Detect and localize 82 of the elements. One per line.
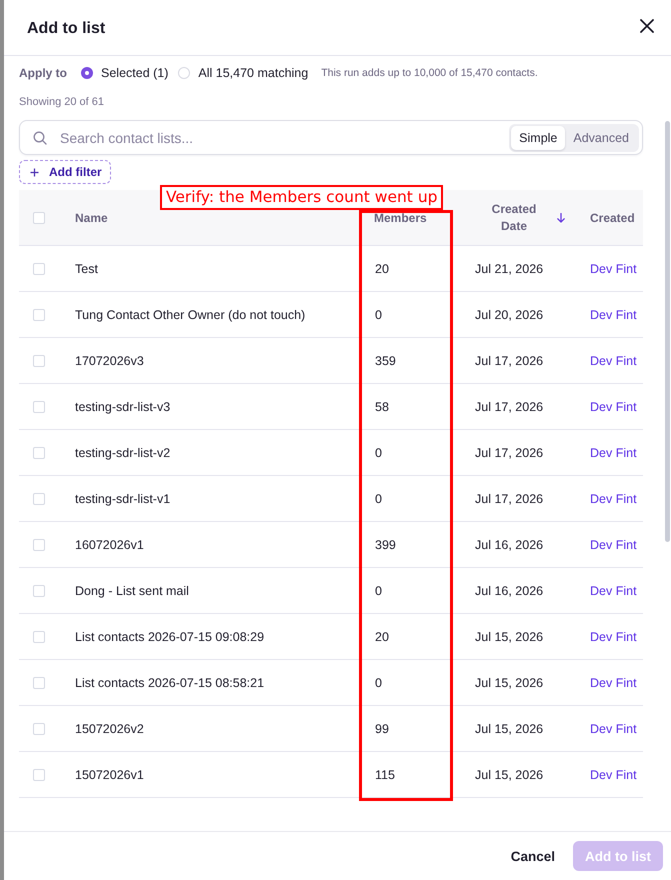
date-cell: Jul 16, 2026 [475,584,544,598]
checkbox[interactable] [33,722,45,734]
mode-tab[interactable]: Simple [511,126,566,150]
column-header[interactable]: Members [374,210,427,224]
list-name-cell: testing-sdr-list-v2 [75,446,170,460]
members-cell: 58 [375,400,389,414]
checkbox[interactable] [33,676,45,688]
checkbox[interactable] [33,584,45,596]
checkbox[interactable] [33,630,45,642]
members-cell: 0 [375,308,382,322]
cancel-button[interactable]: Cancel [498,841,567,871]
members-cell: 0 [375,584,382,598]
radio-option[interactable]: Selected (1) [81,66,168,80]
list-name-cell: List contacts 2026-07-15 08:58:21 [75,676,264,690]
dialog-title: Add to list [27,20,106,38]
column-header[interactable]: Created [590,210,635,224]
date-cell: Jul 15, 2026 [475,676,544,690]
list-name-cell: Test [75,262,98,276]
checkbox[interactable] [33,212,45,224]
owner-link[interactable]: Dev Fint [590,768,637,782]
owner-link[interactable]: Dev Fint [590,446,637,460]
owner-link[interactable]: Dev Fint [590,492,637,506]
list-name-cell: 16072026v1 [75,538,144,552]
result-count: Showing 20 of 61 [19,96,104,108]
list-name-cell: 15072026v2 [75,722,144,736]
owner-link[interactable]: Dev Fint [590,676,637,690]
plus-icon [30,168,39,176]
date-cell: Jul 17, 2026 [475,400,544,414]
date-cell: Jul 17, 2026 [475,492,544,506]
date-cell: Jul 16, 2026 [475,538,544,552]
members-cell: 0 [375,446,382,460]
members-cell: 359 [375,354,396,368]
list-name-cell: 17072026v3 [75,354,144,368]
members-cell: 399 [375,538,396,552]
close-icon [640,18,654,32]
date-cell: Jul 15, 2026 [475,768,544,782]
checkbox[interactable] [33,492,45,504]
owner-link[interactable]: Dev Fint [590,538,637,552]
add-filter-button[interactable]: Add filter [19,160,111,184]
date-cell: Jul 15, 2026 [475,630,544,644]
checkbox[interactable] [33,262,45,274]
checkbox[interactable] [33,400,45,412]
members-cell: 0 [375,676,382,690]
search-icon [33,131,47,145]
checkbox[interactable] [33,446,45,458]
list-name-cell: Dong - List sent mail [75,584,189,598]
owner-link[interactable]: Dev Fint [590,262,637,276]
list-name-cell: testing-sdr-list-v1 [75,492,170,506]
owner-link[interactable]: Dev Fint [590,584,637,598]
checkbox[interactable] [33,768,45,780]
checkbox[interactable] [33,538,45,550]
members-cell: 0 [375,492,382,506]
members-cell: 20 [375,262,389,276]
date-cell: Jul 20, 2026 [475,308,544,322]
sort-arrow-icon[interactable] [557,212,565,222]
list-name-cell: testing-sdr-list-v3 [75,400,170,414]
info-note: This run adds up to 10,000 of 15,470 contacts. [321,67,538,79]
date-cell: Jul 17, 2026 [475,354,544,368]
mode-tab[interactable]: Advanced [565,126,637,150]
radio-option[interactable]: All 15,470 matching [178,66,308,80]
column-header[interactable]: Name [75,210,108,224]
apply-to-label: Apply to [19,66,67,80]
owner-link[interactable]: Dev Fint [590,722,637,736]
owner-link[interactable]: Dev Fint [590,354,637,368]
owner-link[interactable]: Dev Fint [590,400,637,414]
owner-link[interactable]: Dev Fint [590,630,637,644]
date-cell: Jul 17, 2026 [475,446,544,460]
checkbox[interactable] [33,308,45,320]
members-cell: 115 [375,768,395,782]
checkbox[interactable] [33,354,45,366]
members-cell: 99 [375,722,389,736]
date-cell: Jul 15, 2026 [475,722,544,736]
date-cell: Jul 21, 2026 [475,262,544,276]
column-header[interactable]: Created Date [491,200,537,234]
list-name-cell: List contacts 2026-07-15 09:08:29 [75,630,264,644]
list-name-cell: Tung Contact Other Owner (do not touch) [75,308,306,322]
members-cell: 20 [375,630,389,644]
annotation-label: Verify: the Members count went up [160,185,444,210]
close-button[interactable] [640,18,654,32]
owner-link[interactable]: Dev Fint [590,308,637,322]
list-name-cell: 15072026v1 [75,768,144,782]
scrollbar-thumb[interactable] [665,121,670,542]
